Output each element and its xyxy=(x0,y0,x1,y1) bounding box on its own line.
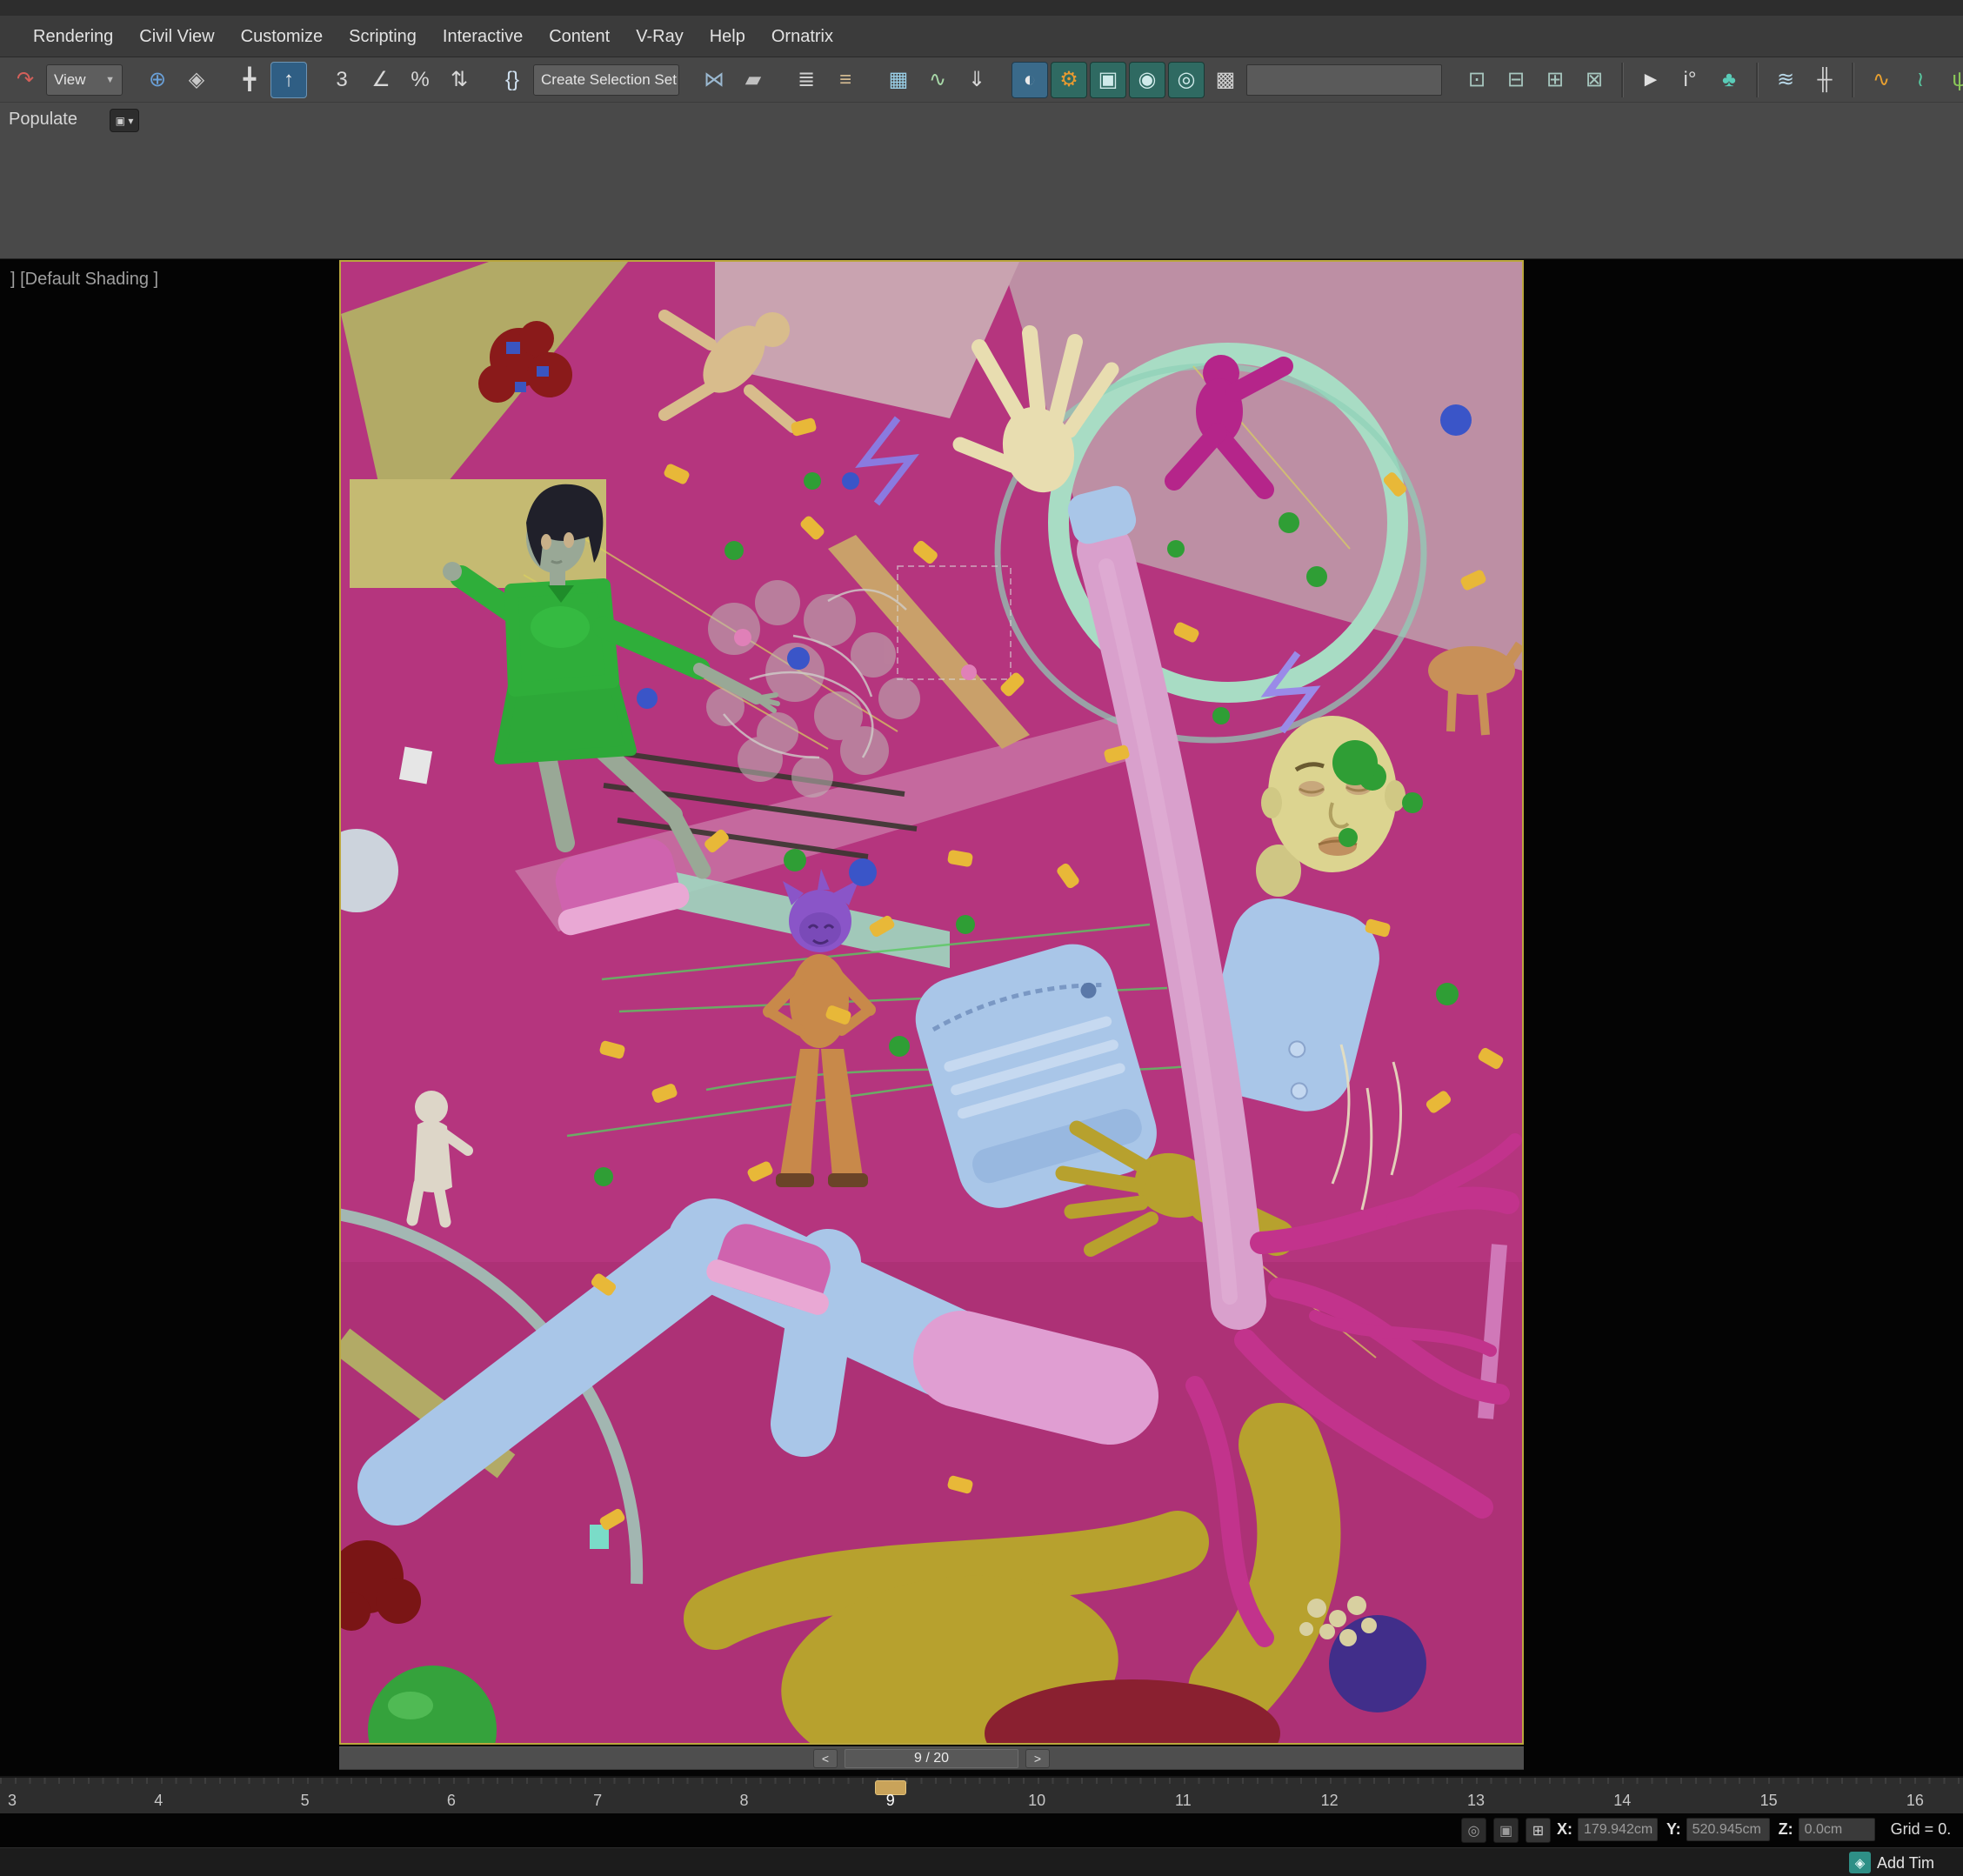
align-icon[interactable]: ▰ xyxy=(735,62,771,98)
hair-comb-icon[interactable]: ╫ xyxy=(1806,62,1843,98)
menu-item-v-ray[interactable]: V-Ray xyxy=(624,23,695,51)
populate-tab-label[interactable]: Populate xyxy=(9,110,77,130)
chevron-down-icon: ▼ xyxy=(105,75,115,85)
timeline-tick-12[interactable]: 12 xyxy=(1321,1792,1339,1810)
hair-guides-icon[interactable]: ≋ xyxy=(1767,62,1804,98)
toolbar-sep xyxy=(1756,63,1759,97)
timeline-tick-3[interactable]: 3 xyxy=(8,1792,17,1810)
menu-item-civil-view[interactable]: Civil View xyxy=(127,23,226,51)
prev-frame-button[interactable]: < xyxy=(813,1749,838,1768)
statusbar: ◎ ▣ ⊞ X: 179.942cm Y: 520.945cm Z: 0.0cm… xyxy=(0,1814,1963,1847)
rendered-frame-window-icon[interactable]: ▣ xyxy=(1090,62,1126,98)
selection-lock-toggle-icon[interactable]: ▣ xyxy=(1493,1818,1519,1843)
ornatrix-strands-icon[interactable]: ψ xyxy=(1941,62,1963,98)
viewport[interactable] xyxy=(339,260,1524,1745)
named-selection-sets-dropdown[interactable]: Create Selection Set▼ xyxy=(533,64,679,96)
edit-named-selection-sets-icon[interactable]: {} xyxy=(494,62,531,98)
spinner-snap-icon[interactable]: ⇅ xyxy=(441,62,477,98)
status-toggle-icons: ◎ ▣ ⊞ xyxy=(1461,1818,1551,1843)
timeline: 3 4 5 6 7 8 9 10 11 12 13 14 15 16 xyxy=(0,1776,1963,1813)
select-cursor-icon[interactable]: ► xyxy=(1632,62,1669,98)
toolbar-sep xyxy=(1852,63,1854,97)
populate-flyout-button[interactable]: ▣ ▾ xyxy=(110,109,139,132)
paint-object-icon[interactable]: ♣ xyxy=(1711,62,1747,98)
video-preview-icon[interactable]: ⊞ xyxy=(1537,62,1573,98)
menu-item-scripting[interactable]: Scripting xyxy=(337,23,429,51)
timeline-tick-9[interactable]: 9 xyxy=(886,1792,895,1810)
y-coordinate-label: Y: xyxy=(1666,1820,1681,1839)
x-coordinate-field[interactable]: 179.942cm xyxy=(1578,1818,1658,1841)
z-coordinate-field[interactable]: 0.0cm xyxy=(1799,1818,1875,1841)
info-icon[interactable]: i° xyxy=(1672,62,1708,98)
toolbar-sep xyxy=(1621,63,1624,97)
render-iterative-icon[interactable]: ◎ xyxy=(1168,62,1205,98)
named-selection-sets-dropdown-value: Create Selection Set xyxy=(541,71,677,89)
timeline-tick-4[interactable]: 4 xyxy=(154,1792,163,1810)
state-sets-icon[interactable]: ▩ xyxy=(1207,62,1244,98)
bottom-bar: ◈ Add Tim xyxy=(0,1847,1963,1876)
grid-size-label: Grid = 0. xyxy=(1891,1820,1952,1839)
mirror-icon[interactable]: ⋈ xyxy=(696,62,732,98)
menu-item-content[interactable]: Content xyxy=(537,23,622,51)
isolate-selection-toggle-icon[interactable]: ◎ xyxy=(1461,1818,1486,1843)
add-time-tag-button[interactable]: Add Tim xyxy=(1877,1854,1934,1873)
timeline-tick-5[interactable]: 5 xyxy=(301,1792,310,1810)
render-setup-icon[interactable]: ⚙ xyxy=(1051,62,1087,98)
material-editor-icon[interactable]: ◐ xyxy=(1012,62,1048,98)
toggle-layer-explorer-icon[interactable]: ≡ xyxy=(827,62,864,98)
render-production-icon[interactable]: ◉ xyxy=(1129,62,1165,98)
select-and-manipulate-icon[interactable]: ◈ xyxy=(178,62,215,98)
timeline-tick-14[interactable]: 14 xyxy=(1613,1792,1631,1810)
menu-item-interactive[interactable]: Interactive xyxy=(431,23,535,51)
timeline-tick-6[interactable]: 6 xyxy=(447,1792,456,1810)
angle-snap-icon[interactable]: ∠ xyxy=(363,62,399,98)
timeline-tick-7[interactable]: 7 xyxy=(593,1792,602,1810)
menu-item-customize[interactable]: Customize xyxy=(229,23,335,51)
timeline-tick-15[interactable]: 15 xyxy=(1760,1792,1778,1810)
viewport-shading-label[interactable]: ] [Default Shading ] xyxy=(10,270,158,290)
menu-item-rendering[interactable]: Rendering xyxy=(21,23,125,51)
timeline-tick-13[interactable]: 13 xyxy=(1467,1792,1485,1810)
menubar: RenderingCivil ViewCustomizeScriptingInt… xyxy=(0,0,1963,57)
z-coordinate-label: Z: xyxy=(1779,1820,1793,1839)
select-and-move-icon[interactable]: ╋ xyxy=(231,62,268,98)
toggle-scene-explorer-icon[interactable]: ≣ xyxy=(788,62,825,98)
menu-item-ornatrix[interactable]: Ornatrix xyxy=(759,23,845,51)
select-and-place-icon[interactable]: ↑ xyxy=(270,62,307,98)
add-time-tag-icon[interactable]: ◈ xyxy=(1849,1852,1871,1873)
frame-counter[interactable]: 9 / 20 xyxy=(845,1749,1018,1768)
render-to-texture-icon[interactable]: ⊟ xyxy=(1498,62,1534,98)
y-coordinate-field[interactable]: 520.945cm xyxy=(1686,1818,1770,1841)
schematic-view-icon[interactable]: ⇓ xyxy=(958,62,995,98)
ribbon-toggle-icon[interactable]: ▦ xyxy=(880,62,917,98)
absolute-mode-toggle-icon[interactable]: ⊞ xyxy=(1526,1818,1551,1843)
ornatrix-curl-icon[interactable]: ∿ xyxy=(1863,62,1900,98)
x-coordinate-label: X: xyxy=(1557,1820,1572,1839)
timeline-ruler[interactable]: 3 4 5 6 7 8 9 10 11 12 13 14 15 16 xyxy=(0,1778,1963,1813)
ribbon-populate-panel: Populate ▣ ▾ xyxy=(0,103,1963,259)
reference-coordinate-system-dropdown-value: View xyxy=(54,71,86,89)
redo-icon[interactable]: ↷ xyxy=(7,62,43,98)
curve-editor-icon[interactable]: ∿ xyxy=(919,62,956,98)
timeline-tick-8[interactable]: 8 xyxy=(739,1792,748,1810)
transform-type-in: X: 179.942cm Y: 520.945cm Z: 0.0cm Grid … xyxy=(1557,1818,1951,1841)
viewport-canvas: ] [Default Shading ] xyxy=(0,259,1963,1876)
batch-render-icon[interactable]: ⊡ xyxy=(1459,62,1495,98)
next-frame-button[interactable]: > xyxy=(1025,1749,1050,1768)
toolbar: ↷ View ▼ ⊕◈ ╋↑ 3∠%⇅ {}Create Selection Set▼ ⋈▰ ≣… xyxy=(0,57,1963,103)
viewport-render xyxy=(341,262,1522,1743)
frame-navigation-bar: < 9 / 20 > xyxy=(339,1746,1524,1770)
timeline-tick-10[interactable]: 10 xyxy=(1028,1792,1045,1810)
timeline-tick-16[interactable]: 16 xyxy=(1906,1792,1924,1810)
reference-coordinate-system-dropdown[interactable]: View ▼ xyxy=(46,64,123,96)
menu-item-help[interactable]: Help xyxy=(698,23,758,51)
percent-snap-icon[interactable]: % xyxy=(402,62,438,98)
use-pivot-point-center-icon[interactable]: ⊕ xyxy=(139,62,176,98)
capture-frame-icon[interactable]: ⊠ xyxy=(1576,62,1612,98)
toolbar-text-input[interactable] xyxy=(1246,64,1442,96)
ornatrix-hair-icon[interactable]: ≀ xyxy=(1902,62,1939,98)
snap-toggle-3d-icon[interactable]: 3 xyxy=(324,62,360,98)
timeline-tick-11[interactable]: 11 xyxy=(1175,1792,1192,1810)
